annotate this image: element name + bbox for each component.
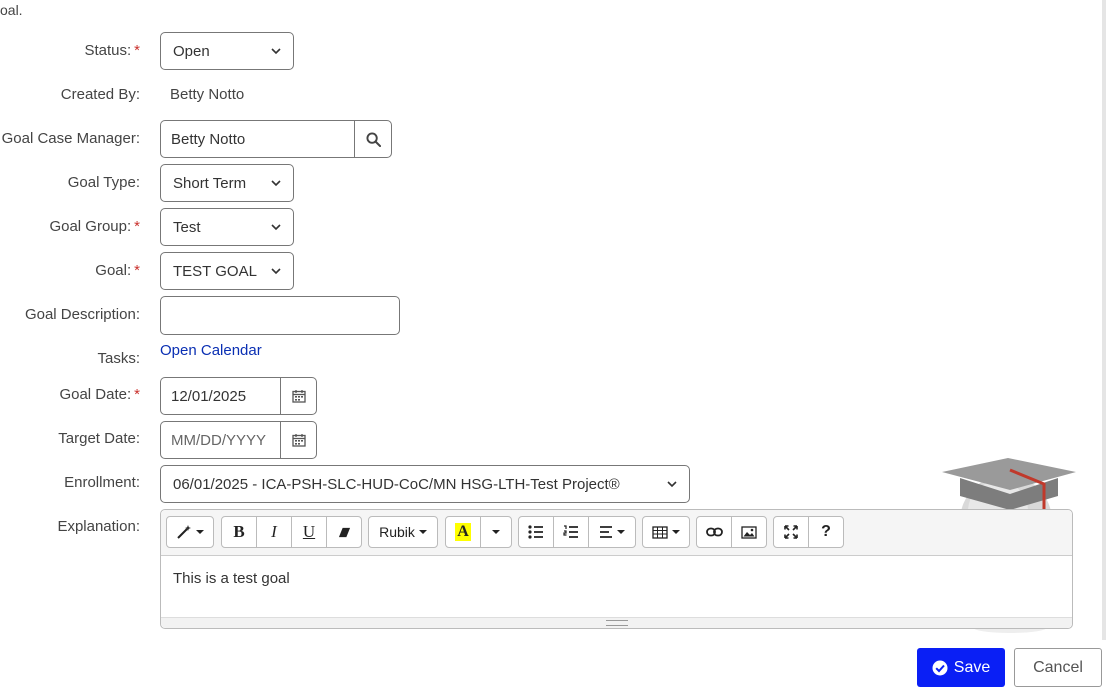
case-manager-input[interactable]: Betty Notto (160, 120, 354, 158)
bullet-list-icon (528, 525, 543, 539)
explanation-label: Explanation: (57, 518, 140, 535)
goal-date-group: 12/01/2025 (160, 377, 317, 415)
case-manager-search-button[interactable] (354, 120, 392, 158)
open-calendar-link[interactable]: Open Calendar (160, 342, 262, 359)
target-date-calendar-button[interactable] (280, 421, 317, 459)
color-dropdown-button[interactable] (480, 516, 512, 548)
created-by-value: Betty Notto (170, 86, 245, 103)
created-by-label: Created By: (60, 86, 140, 103)
clear-format-button[interactable] (326, 516, 362, 548)
underline-button[interactable]: U (291, 516, 327, 548)
editor-resize-handle[interactable] (161, 617, 1072, 628)
bold-button[interactable]: B (221, 516, 257, 548)
unordered-list-button[interactable] (518, 516, 554, 548)
align-left-icon (600, 526, 612, 538)
enrollment-label: Enrollment: (64, 474, 140, 491)
style-button[interactable] (166, 516, 214, 548)
chevron-down-icon (271, 48, 281, 55)
goal-description-label: Goal Description: (24, 306, 140, 323)
insert-link-button[interactable] (696, 516, 732, 548)
intro-text: oal. (0, 2, 23, 18)
status-label: Status: * (84, 42, 140, 59)
table-button[interactable] (642, 516, 690, 548)
explanation-editor: B I U Rubik A ? This is a test goal (160, 509, 1073, 629)
target-date-label: Target Date: (58, 430, 140, 447)
editor-content[interactable]: This is a test goal (173, 570, 290, 587)
enrollment-value: 06/01/2025 - ICA-PSH-SLC-HUD-CoC/MN HSG-… (173, 475, 620, 493)
goal-type-select[interactable]: Short Term (160, 164, 294, 202)
chevron-down-icon (271, 268, 281, 275)
goal-label: Goal: * (95, 262, 140, 279)
case-manager-group: Betty Notto (160, 120, 392, 158)
magic-wand-icon (177, 525, 191, 539)
calendar-icon (291, 434, 306, 447)
goal-date-calendar-button[interactable] (280, 377, 317, 415)
font-family-button[interactable]: Rubik (368, 516, 438, 548)
goal-group-label: Goal Group: * (49, 218, 140, 235)
scrollbar[interactable] (1102, 0, 1106, 640)
case-manager-label: Goal Case Manager: (1, 130, 140, 147)
goal-group-select[interactable]: Test (160, 208, 294, 246)
image-icon (741, 525, 757, 539)
insert-image-button[interactable] (731, 516, 767, 548)
editor-toolbar: B I U Rubik A ? (161, 510, 1072, 556)
target-date-input[interactable]: MM/DD/YYYY (160, 421, 280, 459)
goal-type-label: Goal Type: (67, 174, 140, 191)
enrollment-select[interactable]: 06/01/2025 - ICA-PSH-SLC-HUD-CoC/MN HSG-… (160, 465, 690, 503)
numbered-list-icon (563, 525, 578, 538)
save-label: Save (953, 658, 991, 676)
highlight-letter: A (455, 523, 471, 541)
link-icon (705, 527, 723, 537)
goal-date-label: Goal Date: * (59, 386, 140, 403)
highlight-button[interactable]: A (445, 516, 481, 548)
fullscreen-button[interactable] (773, 516, 809, 548)
goal-date-input[interactable]: 12/01/2025 (160, 377, 280, 415)
cancel-button[interactable]: Cancel (1014, 648, 1102, 687)
goal-select[interactable]: TEST GOAL (160, 252, 294, 290)
goal-group-value: Test (173, 218, 201, 236)
ordered-list-button[interactable] (553, 516, 589, 548)
status-value: Open (173, 42, 210, 60)
chevron-down-icon (271, 180, 281, 187)
italic-button[interactable]: I (256, 516, 292, 548)
search-icon (365, 131, 381, 147)
goal-description-input[interactable] (160, 296, 400, 335)
help-button[interactable]: ? (808, 516, 844, 548)
goal-value: TEST GOAL (173, 262, 257, 280)
paragraph-align-button[interactable] (588, 516, 636, 548)
eraser-icon (338, 527, 350, 537)
chevron-down-icon (271, 224, 281, 231)
goal-type-value: Short Term (173, 174, 247, 192)
check-circle-icon (932, 660, 948, 675)
expand-icon (784, 525, 798, 539)
table-icon (652, 525, 668, 539)
font-name: Rubik (379, 524, 415, 540)
chevron-down-icon (667, 481, 677, 488)
calendar-icon (291, 390, 306, 403)
status-select[interactable]: Open (160, 32, 294, 70)
tasks-label: Tasks: (97, 350, 140, 367)
save-button[interactable]: Save (917, 648, 1005, 687)
target-date-group: MM/DD/YYYY (160, 421, 317, 459)
